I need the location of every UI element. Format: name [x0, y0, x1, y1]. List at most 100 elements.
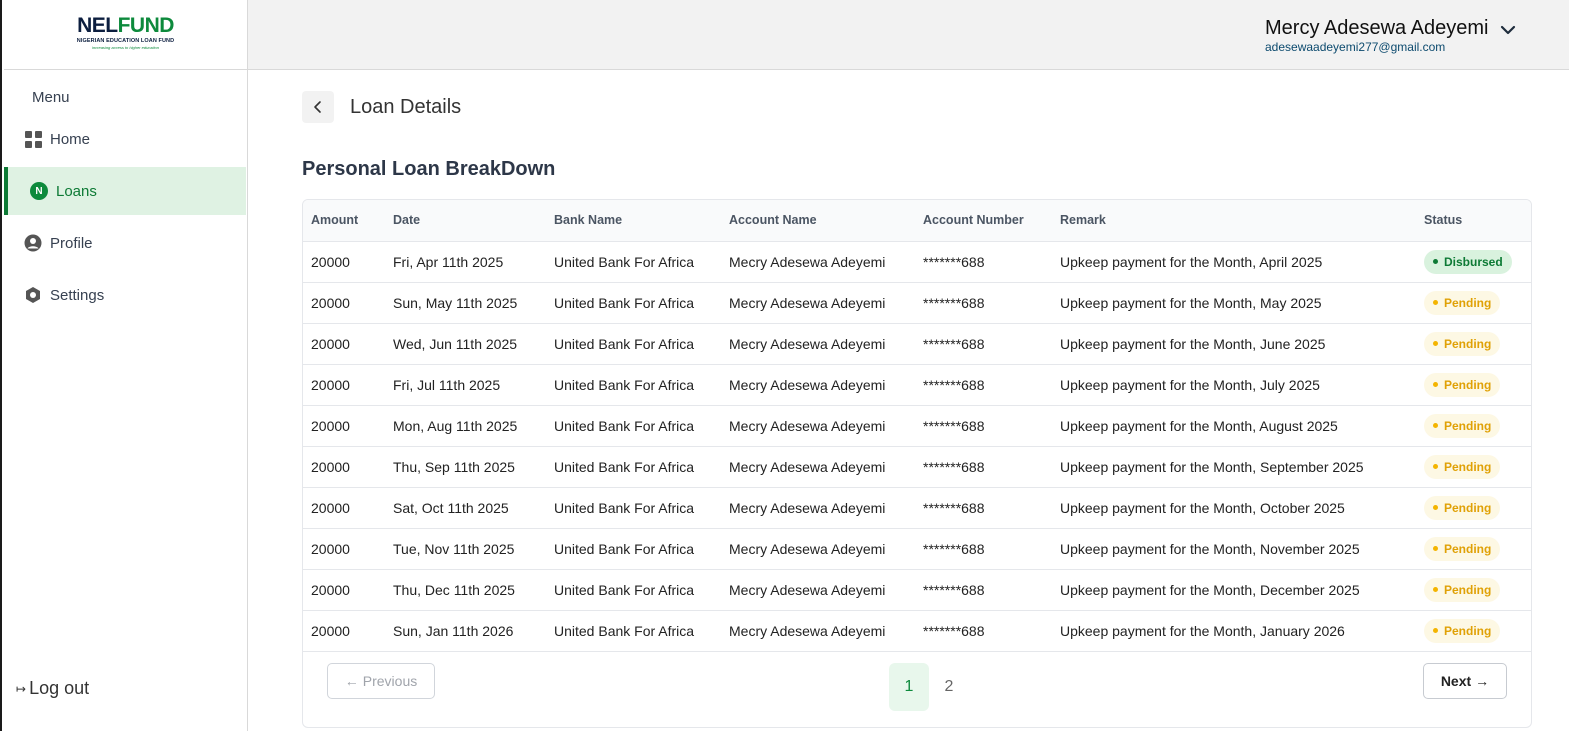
status-badge: Pending [1424, 372, 1501, 397]
cell-bank-name: United Bank For Africa [546, 241, 721, 283]
status-dot-icon [1433, 587, 1438, 592]
cell-account-name: Mecry Adesewa Adeyemi [721, 241, 915, 283]
cell-bank-name: United Bank For Africa [546, 487, 721, 529]
user-menu[interactable]: Mercy Adesewa Adeyemi adesewaadeyemi277@… [1265, 15, 1488, 53]
table-row: 20000 Tue, Nov 11th 2025 United Bank For A… [303, 528, 1531, 570]
cell-remark: Upkeep payment for the Month, July 2025 [1052, 364, 1416, 406]
cell-date: Wed, Jun 11th 2025 [385, 323, 546, 365]
cell-date: Fri, Apr 11th 2025 [385, 241, 546, 283]
status-dot-icon [1433, 341, 1438, 346]
sidebar-item-profile[interactable]: Profile [4, 219, 246, 267]
back-button[interactable] [302, 91, 334, 123]
status-label: Pending [1444, 377, 1492, 392]
status-label: Pending [1444, 500, 1492, 515]
cell-amount: 20000 [303, 610, 385, 652]
status-dot-icon [1433, 628, 1438, 633]
column-header-status: Status [1416, 200, 1531, 242]
cell-date: Fri, Jul 11th 2025 [385, 364, 546, 406]
chevron-down-icon[interactable] [1498, 20, 1518, 40]
page-number-1[interactable]: 1 [889, 663, 929, 711]
arrow-left-icon: ← [344, 673, 359, 689]
status-label: Pending [1444, 623, 1492, 638]
section-title: Personal Loan BreakDown [302, 158, 556, 180]
chevron-left-icon [314, 101, 321, 113]
sidebar-item-home[interactable]: Home [4, 115, 246, 163]
logout-button[interactable]: ↦ Log out [16, 678, 89, 699]
logo-text-nel: NEL [77, 13, 118, 37]
arrow-right-icon: → [1475, 673, 1490, 689]
cell-remark: Upkeep payment for the Month, September … [1052, 446, 1416, 488]
cell-status: Pending [1416, 528, 1531, 570]
logo-subtitle: NIGERIAN EDUCATION LOAN FUND [76, 37, 175, 44]
cell-remark: Upkeep payment for the Month, June 2025 [1052, 323, 1416, 365]
logout-icon: ↦ [16, 681, 27, 696]
cell-account-number: *******688 [915, 446, 1052, 488]
status-dot-icon [1433, 546, 1438, 551]
cell-account-name: Mecry Adesewa Adeyemi [721, 364, 915, 406]
cell-account-number: *******688 [915, 528, 1052, 570]
user-name: Mercy Adesewa Adeyemi [1265, 17, 1489, 39]
cell-amount: 20000 [303, 282, 385, 324]
previous-label: Previous [362, 673, 418, 689]
cell-status: Pending [1416, 569, 1531, 611]
status-dot-icon [1433, 259, 1438, 264]
logo-tagline: increasing access to higher education [92, 44, 159, 50]
status-badge: Pending [1424, 536, 1501, 561]
logo-text-fund: FUND [117, 13, 175, 37]
status-dot-icon [1433, 464, 1438, 469]
cell-account-name: Mecry Adesewa Adeyemi [721, 282, 915, 324]
column-header-bank-name: Bank Name [546, 200, 721, 242]
sidebar-item-settings[interactable]: Settings [4, 271, 246, 319]
page-number-2[interactable]: 2 [929, 663, 969, 711]
cell-account-number: *******688 [915, 405, 1052, 447]
next-page-button[interactable]: Next → [1423, 663, 1507, 699]
cell-account-name: Mecry Adesewa Adeyemi [721, 405, 915, 447]
status-label: Pending [1444, 295, 1492, 310]
status-label: Disbursed [1444, 254, 1503, 269]
table-row: 20000 Thu, Sep 11th 2025 United Bank For A… [303, 446, 1531, 488]
cell-account-number: *******688 [915, 323, 1052, 365]
table-row: 20000 Sun, Jan 11th 2026 United Bank For A… [303, 610, 1531, 652]
table-row: 20000 Sun, May 11th 2025 United Bank For A… [303, 282, 1531, 324]
cell-date: Sun, Jan 11th 2026 [385, 610, 546, 652]
settings-icon [24, 286, 42, 304]
cell-status: Pending [1416, 487, 1531, 529]
next-label: Next [1440, 673, 1472, 689]
column-header-account-name: Account Name [721, 200, 915, 242]
grid-icon [24, 130, 42, 148]
table-row: 20000 Fri, Apr 11th 2025 United Bank For A… [303, 241, 1531, 283]
cell-amount: 20000 [303, 323, 385, 365]
user-icon [24, 234, 42, 252]
status-badge: Pending [1424, 454, 1501, 479]
column-header-date: Date [385, 200, 546, 242]
cell-account-number: *******688 [915, 610, 1052, 652]
cell-remark: Upkeep payment for the Month, May 2025 [1052, 282, 1416, 324]
cell-remark: Upkeep payment for the Month, April 2025 [1052, 241, 1416, 283]
sidebar-item-label: Loans [56, 182, 97, 200]
cell-status: Pending [1416, 323, 1531, 365]
status-badge: Pending [1424, 495, 1501, 520]
column-header-remark: Remark [1052, 200, 1416, 242]
table-header-row: Amount Date Bank Name Account Name Accou… [303, 200, 1531, 242]
cell-remark: Upkeep payment for the Month, August 202… [1052, 405, 1416, 447]
cell-account-name: Mecry Adesewa Adeyemi [721, 569, 915, 611]
sidebar-item-loans[interactable]: N Loans [4, 167, 246, 215]
cell-amount: 20000 [303, 364, 385, 406]
status-label: Pending [1444, 418, 1492, 433]
cell-amount: 20000 [303, 446, 385, 488]
status-badge: Pending [1424, 290, 1501, 315]
cell-amount: 20000 [303, 405, 385, 447]
status-badge: Pending [1424, 413, 1501, 438]
cell-bank-name: United Bank For Africa [546, 364, 721, 406]
table-row: 20000 Thu, Dec 11th 2025 United Bank For A… [303, 569, 1531, 611]
cell-account-number: *******688 [915, 487, 1052, 529]
nelfund-logo[interactable]: NELFUND NIGERIAN EDUCATION LOAN FUND inc… [4, 0, 247, 70]
column-header-amount: Amount [303, 200, 385, 242]
previous-page-button[interactable]: ← Previous [327, 663, 435, 699]
cell-amount: 20000 [303, 569, 385, 611]
status-label: Pending [1444, 336, 1492, 351]
status-label: Pending [1444, 541, 1492, 556]
sidebar: NELFUND NIGERIAN EDUCATION LOAN FUND inc… [4, 0, 248, 731]
cell-remark: Upkeep payment for the Month, December 2… [1052, 569, 1416, 611]
cell-date: Sun, May 11th 2025 [385, 282, 546, 324]
